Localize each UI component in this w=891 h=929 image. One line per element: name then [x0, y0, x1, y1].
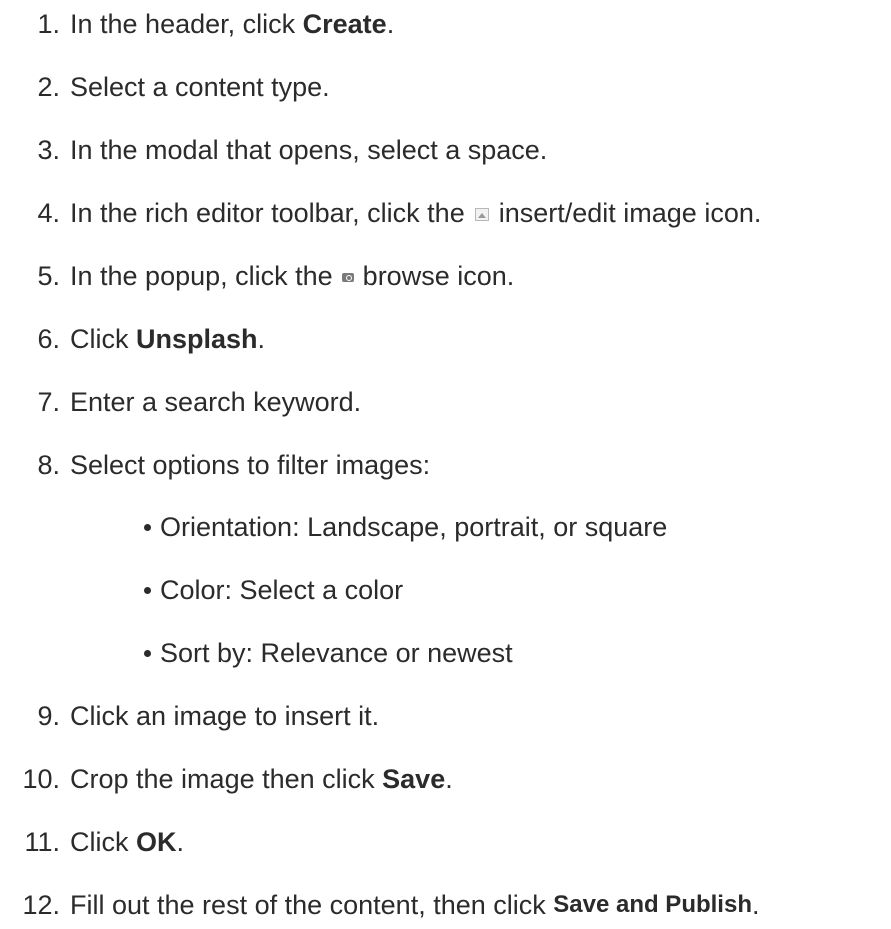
save-and-publish-label: Save and Publish [553, 891, 752, 918]
filter-option-text: Color: Select a color [160, 575, 404, 605]
step-text: In the popup, click the [70, 261, 333, 291]
bullet-icon [144, 649, 151, 657]
step-number: 2. [37, 72, 60, 102]
unsplash-label: Unsplash [136, 324, 258, 354]
step-text: Click [70, 827, 136, 857]
filter-option-color: Color: Select a color [144, 570, 403, 610]
filter-option-text: Orientation: Landscape, portrait, or squ… [160, 512, 668, 542]
step-7: 7. Enter a search keyword. [0, 382, 361, 422]
step-number: 9. [37, 701, 60, 731]
instruction-list: 1. In the header, click Create . 2. Sele… [0, 0, 891, 929]
step-text: Select options to filter images: [70, 450, 431, 480]
step-text-end: . [257, 324, 266, 354]
step-number: 11. [24, 827, 60, 857]
step-10: 10. Crop the image then click Save . [0, 759, 453, 799]
step-number: 6. [37, 324, 60, 354]
step-text: Crop the image then click [70, 764, 383, 794]
filter-option-orientation: Orientation: Landscape, portrait, or squ… [144, 507, 667, 547]
insert-edit-image-icon [474, 207, 489, 221]
step-number: 3. [37, 135, 60, 165]
step-text: Select a content type. [70, 72, 330, 102]
step-3: 3. In the modal that opens, select a spa… [0, 130, 547, 170]
bullet-icon [144, 523, 151, 531]
step-text-end: . [445, 764, 453, 794]
browse-icon [341, 272, 354, 282]
step-9: 9. Click an image to insert it. [0, 696, 379, 736]
step-8: 8. Select options to filter images: [0, 445, 430, 485]
step-number: 4. [37, 198, 60, 228]
filter-option-sort: Sort by: Relevance or newest [144, 633, 513, 673]
step-text-end: . [751, 890, 760, 920]
step-11: 11. Click OK . [0, 822, 184, 862]
step-number: 5. [37, 261, 60, 291]
step-text: Click [70, 324, 136, 354]
step-text: In the header, click [70, 9, 303, 39]
step-text: Click an image to insert it. [70, 701, 380, 731]
step-2: 2. Select a content type. [0, 67, 330, 107]
step-number: 12. [22, 890, 60, 920]
step-number: 1. [37, 9, 60, 39]
step-4: 4. In the rich editor toolbar, click the… [0, 193, 761, 233]
step-text: Fill out the rest of the content, then c… [70, 890, 554, 920]
bullet-icon [144, 586, 151, 594]
create-label: Create [302, 9, 387, 39]
step-text-end: insert/edit image icon. [498, 198, 762, 228]
filter-option-text: Sort by: Relevance or newest [160, 638, 513, 668]
step-text: In the modal that opens, select a space. [70, 135, 548, 165]
step-text-end: . [176, 827, 185, 857]
step-number: 7. [37, 387, 60, 417]
step-5: 5. In the popup, click the browse icon. [0, 256, 514, 296]
step-number: 10. [22, 764, 60, 794]
step-12: 12. Fill out the rest of the content, th… [0, 885, 760, 925]
step-text-end: browse icon. [362, 261, 515, 291]
step-1: 1. In the header, click Create . [0, 4, 394, 44]
step-text-end: . [386, 9, 395, 39]
save-label: Save [382, 764, 446, 794]
step-number: 8. [37, 450, 60, 480]
step-text: Enter a search keyword. [70, 387, 362, 417]
step-text: In the rich editor toolbar, click the [70, 198, 465, 228]
ok-label: OK [136, 827, 177, 857]
step-6: 6. Click Unsplash . [0, 319, 265, 359]
